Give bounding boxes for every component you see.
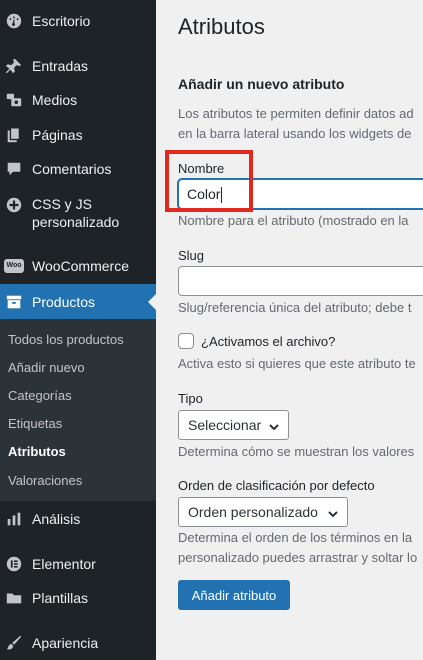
submenu-item-atributos[interactable]: Atributos <box>8 444 66 460</box>
products-submenu: Todos los productos Añadir nuevo Categor… <box>0 319 156 501</box>
sidebar-item-comentarios[interactable]: Comentarios <box>0 158 156 180</box>
elementor-icon <box>4 554 24 574</box>
sidebar-item-label: Análisis <box>32 511 81 527</box>
slug-label: Slug <box>178 248 205 263</box>
sidebar-item-label: WooCommerce <box>32 258 129 274</box>
comment-icon <box>4 159 24 179</box>
sidebar-item-label: Plantillas <box>32 590 89 606</box>
submenu-item-valoraciones[interactable]: Valoraciones <box>8 473 82 489</box>
slug-help: Slug/referencia única del atributo; debe… <box>178 300 412 315</box>
submenu-item-etiquetas[interactable]: Etiquetas <box>8 416 62 432</box>
woo-icon: Woo <box>4 256 24 276</box>
order-label: Orden de clasificación por defecto <box>178 478 375 493</box>
media-icon <box>4 90 24 110</box>
admin-sidebar: Escritorio Entradas Medios Páginas Comen… <box>0 0 156 660</box>
intro-text-line1: Los atributos te permiten definir datos … <box>178 106 414 121</box>
sidebar-item-entradas[interactable]: Entradas <box>0 55 156 77</box>
order-help-line1: Determina el orden de los términos en la <box>178 530 413 545</box>
sidebar-item-label: Escritorio <box>32 13 91 29</box>
order-select-value: Orden personalizado <box>188 504 318 520</box>
sidebar-item-label: Apariencia <box>32 635 99 651</box>
submenu-item-categorias[interactable]: Categorías <box>8 388 72 404</box>
main-content: Atributos Añadir un nuevo atributo Los a… <box>156 0 423 660</box>
sidebar-item-analisis[interactable]: Análisis <box>0 508 156 530</box>
page-title: Atributos <box>178 14 265 39</box>
products-icon <box>4 292 24 312</box>
sidebar-item-label: Medios <box>32 92 78 108</box>
plus-circle-icon <box>4 195 24 215</box>
folder-icon <box>4 588 24 608</box>
sidebar-item-medios[interactable]: Medios <box>0 89 156 111</box>
sidebar-item-label: Productos <box>32 293 96 310</box>
dashboard-icon <box>4 11 24 31</box>
chart-bar-icon <box>4 509 24 529</box>
submenu-item-anadir-nuevo[interactable]: Añadir nuevo <box>8 360 85 376</box>
sidebar-item-label: Elementor <box>32 556 96 572</box>
archive-checkbox[interactable] <box>178 333 194 349</box>
sidebar-item-paginas[interactable]: Páginas <box>0 124 156 146</box>
chevron-down-icon <box>268 420 280 436</box>
type-select-value: Seleccionar <box>188 417 262 433</box>
sidebar-item-elementor[interactable]: Elementor <box>0 553 156 575</box>
sidebar-item-label: CSS y JS <box>32 196 92 212</box>
brush-icon <box>4 633 24 653</box>
order-help-line2: personalizado puedes arrastrar y soltar … <box>178 550 418 565</box>
type-label: Tipo <box>178 391 203 406</box>
intro-text-line2: en la barra lateral usando los widgets d… <box>178 126 412 141</box>
sidebar-item-label: Páginas <box>32 127 83 143</box>
type-select[interactable]: Seleccionar <box>178 410 289 440</box>
sidebar-item-label-line2: personalizado <box>32 214 120 230</box>
pin-icon <box>4 56 24 76</box>
sidebar-item-woocommerce[interactable]: Woo WooCommerce <box>0 255 156 277</box>
highlight-box <box>165 150 253 212</box>
section-title: Añadir un nuevo atributo <box>178 76 345 92</box>
sidebar-item-css-js[interactable]: CSS y JS personalizado <box>0 193 156 233</box>
order-select[interactable]: Orden personalizado <box>178 497 348 527</box>
submenu-item-todos-los-productos[interactable]: Todos los productos <box>8 332 124 348</box>
pages-icon <box>4 125 24 145</box>
archive-help: Activa esto si quieres que este atributo… <box>178 356 416 371</box>
sidebar-item-productos[interactable]: Productos <box>0 284 156 319</box>
sidebar-item-plantillas[interactable]: Plantillas <box>0 587 156 609</box>
type-help: Determina cómo se muestran los valores <box>178 444 415 459</box>
archive-label[interactable]: ¿Activamos el archivo? <box>201 334 335 349</box>
name-help: Nombre para el atributo (mostrado en la <box>178 213 409 228</box>
sidebar-item-escritorio[interactable]: Escritorio <box>0 10 156 32</box>
sidebar-item-label: Entradas <box>32 58 89 74</box>
slug-input[interactable] <box>178 266 423 296</box>
sidebar-item-label: Comentarios <box>32 161 112 177</box>
sidebar-item-apariencia[interactable]: Apariencia <box>0 632 156 654</box>
chevron-down-icon <box>327 507 339 523</box>
add-attribute-button[interactable]: Añadir atributo <box>178 580 290 610</box>
